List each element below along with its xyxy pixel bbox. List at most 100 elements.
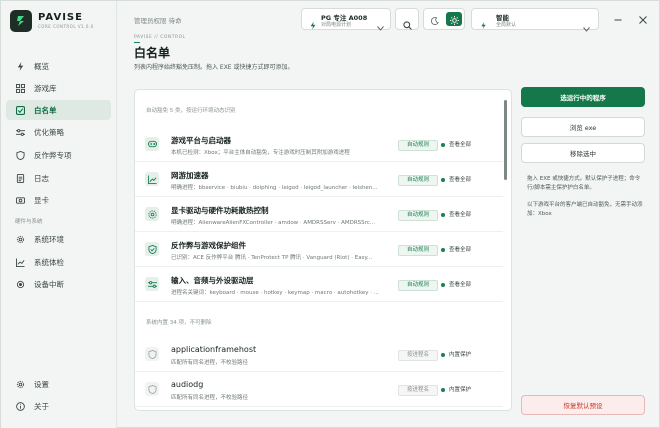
status-dot	[441, 352, 445, 357]
status-dot	[441, 247, 445, 252]
sidebar-item-overview[interactable]: 概览	[6, 56, 111, 76]
builtin-status: 内置保护	[441, 385, 471, 396]
gpu-fan-icon	[145, 207, 159, 221]
gpu-icon	[15, 195, 25, 205]
sidebar-item-device-interrupt[interactable]: 设备中断	[6, 274, 111, 294]
view-all-link[interactable]: 查看全部	[441, 175, 471, 186]
info-icon	[15, 401, 25, 411]
status-text: 查看全部	[449, 212, 472, 218]
sidebar-section-label: 硬件与系统	[15, 219, 43, 225]
whitelist-panel[interactable]: 自动豁免 5 类，按运行环境动态识别 游戏平台与启动器 本机已检测：Xbox；平…	[134, 89, 512, 411]
status-text: 查看全部	[449, 282, 472, 288]
sidebar-item-game-library[interactable]: 游戏库	[6, 78, 111, 98]
theme-dark-button[interactable]	[427, 12, 443, 26]
sidebar-item-settings[interactable]: 设置	[6, 374, 111, 394]
sidebar-item-optimization[interactable]: 优化策略	[6, 122, 111, 142]
page-title: 白名单	[134, 46, 171, 60]
remove-selected-button[interactable]: 移除选中	[521, 143, 645, 163]
rule-tag: 自动规则	[398, 210, 438, 221]
sliders-icon	[145, 277, 159, 291]
bolt-icon	[309, 15, 317, 34]
shield-icon	[15, 150, 25, 160]
profile-selector[interactable]: PG 专注 A008 对局电源计划	[301, 8, 391, 31]
speed-chart-icon	[145, 172, 159, 186]
sidebar-item-label: 游戏库	[34, 83, 57, 93]
theme-toggle[interactable]	[423, 8, 465, 30]
sidebar-item-label: 白名单	[34, 105, 57, 115]
list-item[interactable]: 输入、音频与外设驱动层 进程名关键词：keyboard · mouse · ho…	[135, 267, 503, 302]
brand: PAVISE CORE CONTROL V1.0.0	[10, 10, 94, 32]
mode-selector[interactable]: 智能 全局默认	[471, 8, 599, 32]
item-desc: 匹配所有同名进程，不校验路径	[171, 360, 249, 366]
breadcrumb-accent	[134, 42, 140, 43]
list-item[interactable]: 网游加速器 明确进程：bbservice · biubiu · doiphing…	[135, 162, 503, 197]
view-all-link[interactable]: 查看全部	[441, 140, 471, 151]
rule-tag: 自动规则	[398, 140, 438, 151]
chip-icon	[15, 279, 25, 289]
item-name: audiodg	[171, 380, 204, 389]
sidebar-item-about[interactable]: 关于	[6, 396, 111, 416]
view-all-link[interactable]: 查看全部	[441, 245, 471, 256]
breadcrumb: PAVISE // CONTROL	[134, 35, 186, 40]
sidebar-item-label: 概览	[34, 61, 49, 71]
item-desc: 明确进程：AlienwareAlienFXController · amdow …	[171, 220, 376, 226]
status-dot	[441, 142, 445, 147]
view-all-link[interactable]: 查看全部	[441, 280, 471, 291]
item-desc: 本机已检测：Xbox；平台主体自动豁免，专注游戏时压制其附加游戏进程	[171, 150, 350, 156]
search-button[interactable]	[395, 8, 419, 30]
sidebar-item-whitelist[interactable]: 白名单	[6, 100, 111, 120]
item-name: 游戏平台与启动器	[171, 136, 231, 145]
select-running-button[interactable]: 选运行中的程序	[521, 87, 645, 107]
list-item[interactable]: applicationframehost 匹配所有同名进程，不校验路径 按进程名…	[135, 337, 503, 372]
scrollbar[interactable]	[504, 100, 507, 180]
gear-icon	[15, 234, 25, 244]
status-text: 查看全部	[449, 177, 472, 183]
sidebar-item-system-check[interactable]: 系统体检	[6, 252, 111, 272]
bolt-icon	[480, 15, 487, 34]
list-item[interactable]: 显卡驱动与硬件功耗散热控制 明确进程：AlienwareAlienFXContr…	[135, 197, 503, 232]
list-item[interactable]: audiodg 匹配所有同名进程，不校验路径 按进程名 内置保护	[135, 372, 503, 407]
minimize-button[interactable]	[613, 13, 623, 23]
close-button[interactable]	[638, 13, 648, 24]
list-item[interactable]: 反作弊与游戏保护组件 已识别：ACE 反作弊平台 腾讯 · TenProtect…	[135, 232, 503, 267]
status-dot	[441, 177, 445, 182]
shield-icon	[145, 347, 159, 361]
auto-group-header: 自动豁免 5 类，按运行环境动态识别	[146, 108, 236, 114]
rule-tag: 自动规则	[398, 280, 438, 291]
list-item[interactable]: 游戏平台与启动器 本机已检测：Xbox；平台主体自动豁免，专注游戏时压制其附加游…	[135, 127, 503, 162]
chart-icon	[15, 257, 25, 267]
minimize-icon	[614, 9, 622, 28]
shield-icon	[145, 382, 159, 396]
check-square-icon	[15, 105, 25, 115]
restore-default-button[interactable]: 恢复默认预设	[521, 395, 645, 415]
sidebar-item-system-env[interactable]: 系统环境	[6, 229, 111, 249]
status-text: 内置保护	[449, 387, 472, 393]
sidebar-item-label: 系统环境	[34, 234, 64, 244]
item-name: applicationframehost	[171, 345, 257, 354]
view-all-link[interactable]: 查看全部	[441, 210, 471, 221]
sliders-icon	[15, 127, 25, 137]
sidebar-item-label: 显卡	[34, 195, 49, 205]
item-name: 网游加速器	[171, 171, 209, 180]
platform-hint: 以下游戏平台的客户端已自动豁免，无需手动添加：Xbox	[527, 202, 643, 217]
item-desc: 匹配所有同名进程，不校验路径	[171, 395, 249, 401]
sidebar-item-gpu[interactable]: 显卡	[6, 190, 111, 210]
sidebar-item-label: 设备中断	[34, 279, 64, 289]
item-desc: 已识别：ACE 反作弊平台 腾讯 · TenProtect TP 腾讯 · Va…	[171, 255, 373, 261]
sidebar-item-label: 优化策略	[34, 127, 64, 137]
rule-tag: 按进程名	[398, 385, 438, 396]
browse-exe-button[interactable]: 浏览 exe	[521, 117, 645, 137]
app-name: PAVISE	[38, 12, 83, 23]
theme-light-button[interactable]	[446, 12, 462, 26]
status-text: 查看全部	[449, 247, 472, 253]
drag-hint: 拖入 EXE 或快捷方式。默认保护子进程；命令行/脚本需主保护护白名单。	[527, 176, 641, 191]
status-text: 查看全部	[449, 142, 472, 148]
item-desc: 明确进程：bbservice · biubiu · doiphing · lei…	[171, 185, 378, 191]
sidebar-item-logs[interactable]: 日志	[6, 168, 111, 188]
builtin-status: 内置保护	[441, 350, 471, 361]
chevron-down-icon	[583, 17, 590, 36]
sidebar-item-anticheat[interactable]: 反作弊专项	[6, 145, 111, 165]
status-dot	[441, 282, 445, 287]
item-desc: 进程名关键词：keyboard · mouse · hotkey · keyma…	[171, 290, 379, 296]
item-name: 输入、音频与外设驱动层	[171, 276, 254, 285]
